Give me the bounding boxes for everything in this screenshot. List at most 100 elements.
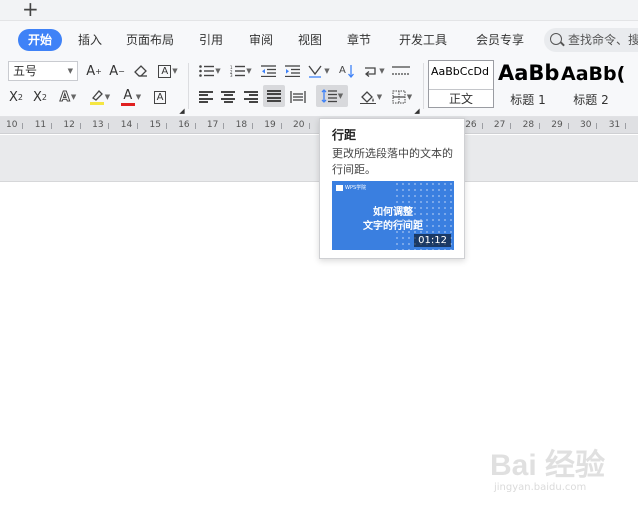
ruler-tick-label: 29 xyxy=(551,120,563,130)
ruler-tick-label: 26 xyxy=(465,120,477,130)
superscript-button[interactable]: X2 xyxy=(6,87,26,107)
ruler-tick-mark xyxy=(538,123,540,129)
ruler-tick-mark xyxy=(510,123,512,129)
watermark-url: jingyan.baidu.com xyxy=(494,482,587,493)
grid-lines-button[interactable] xyxy=(391,61,411,81)
highlight-button[interactable]: ▼ xyxy=(86,87,114,107)
paragraph-marks-button[interactable]: ▼ xyxy=(360,61,388,81)
tab-references[interactable]: 引用 xyxy=(199,29,223,51)
tab-developer[interactable]: 开发工具 xyxy=(399,29,447,51)
ruler-tick-mark xyxy=(137,123,139,129)
ruler-tick-mark xyxy=(223,123,225,129)
command-search[interactable]: 查找命令、搜 xyxy=(544,28,638,52)
numbered-list-button[interactable]: 1 2 3 ▼ xyxy=(227,61,255,81)
style-sample: AaBbCcDd xyxy=(431,65,489,78)
line-spacing-button[interactable]: ▼ xyxy=(316,85,348,107)
eraser-icon[interactable] xyxy=(131,61,151,81)
align-left-button[interactable] xyxy=(196,87,216,107)
style-caption: 正文 xyxy=(429,89,493,107)
style-heading-1[interactable]: AaBb 标题 1 xyxy=(496,60,560,108)
tutorial-video-thumbnail[interactable]: WPS学院 如何调整 文字的行间距 01:12 xyxy=(332,181,454,250)
distributed-align-button[interactable] xyxy=(288,87,308,107)
tab-member[interactable]: 会员专享 xyxy=(476,29,524,51)
decrease-indent-button[interactable] xyxy=(258,61,278,81)
ruler-tick-mark xyxy=(79,123,81,129)
ruler-tick-mark xyxy=(596,123,598,129)
tab-page-layout[interactable]: 页面布局 xyxy=(126,29,174,51)
ruler-tick-label: 17 xyxy=(206,120,219,130)
style-sample: AaBb xyxy=(498,61,560,85)
ruler-tick-mark xyxy=(108,123,110,129)
paragraph-dialog-launcher-icon[interactable]: ◢ xyxy=(413,107,421,115)
borders-button[interactable]: ▼ xyxy=(388,87,416,107)
shrink-font-button[interactable]: A − xyxy=(107,61,127,81)
ruler-tick-label: 19 xyxy=(264,120,276,130)
subscript-button[interactable]: X2 xyxy=(30,87,50,107)
baidu-jingyan-watermark: Bai 经验 jingyan.baidu.com xyxy=(490,440,630,505)
divider xyxy=(188,63,189,109)
tab-insert[interactable]: 插入 xyxy=(78,29,102,51)
sort-button[interactable]: A xyxy=(336,61,356,81)
tooltip-description: 更改所选段落中的文本的行间距。 xyxy=(332,147,453,176)
video-title-line1: 如何调整 xyxy=(373,207,413,218)
plus-icon[interactable]: + xyxy=(22,0,39,20)
bullet-list-button[interactable]: ▼ xyxy=(196,61,224,81)
svg-text:3: 3 xyxy=(230,73,233,77)
divider xyxy=(423,63,424,109)
ruler-tick-mark xyxy=(567,123,569,129)
ruler-tick-label: 31 xyxy=(608,120,621,130)
char-border-button[interactable]: A xyxy=(150,87,170,107)
ruler-tick-label: 15 xyxy=(149,120,161,130)
video-title-line2: 文字的行间距 xyxy=(363,221,423,232)
svg-text:A: A xyxy=(339,65,346,76)
ruler-tick-label: 16 xyxy=(178,120,190,130)
text-direction-button[interactable]: ▼ xyxy=(305,61,333,81)
font-dialog-launcher-icon[interactable]: ◢ xyxy=(178,107,186,115)
style-sample: AaBb( xyxy=(561,63,626,85)
ruler-tick-mark xyxy=(309,123,311,129)
ruler-tick-mark xyxy=(625,123,627,129)
justify-button[interactable] xyxy=(263,85,285,107)
ruler-tick-label: 11 xyxy=(34,120,47,130)
tooltip-title: 行距 xyxy=(332,128,357,142)
phonetic-guide-button[interactable]: A ▼ xyxy=(155,61,181,81)
ruler-tick-mark xyxy=(280,123,282,129)
text-effect-button[interactable]: A ▼ xyxy=(55,87,81,107)
ruler-tick-mark xyxy=(22,123,24,129)
ruler-tick-label: 30 xyxy=(580,120,592,130)
ruler-tick-mark xyxy=(51,123,53,129)
style-normal[interactable]: AaBbCcDd 正文 xyxy=(428,60,494,108)
ruler-tick-label: 10 xyxy=(6,120,18,130)
menu-bar: 开始 插入 页面布局 引用 审阅 视图 章节 开发工具 会员专享 查找命令、搜 xyxy=(0,21,638,57)
search-placeholder: 查找命令、搜 xyxy=(568,33,638,47)
ruler-tick-label: 14 xyxy=(120,120,133,130)
style-heading-2[interactable]: AaBb( 标题 2 xyxy=(561,60,638,108)
style-caption: 标题 2 xyxy=(573,93,609,107)
watermark-brand: Bai 经验 xyxy=(490,449,606,482)
tab-strip: + xyxy=(0,0,638,21)
ruler-tick-label: 12 xyxy=(63,120,75,130)
wps-academy-logo: WPS学院 xyxy=(336,184,366,191)
search-icon xyxy=(550,33,562,45)
font-color-button[interactable]: A ▼ xyxy=(117,87,145,107)
ruler-tick-label: 18 xyxy=(235,120,248,130)
font-size-select[interactable]: 五号 ▼ xyxy=(8,61,78,81)
highlighter-icon xyxy=(89,89,104,105)
ruler-tick-label: 20 xyxy=(293,120,305,130)
align-right-button[interactable] xyxy=(241,87,261,107)
tab-chapter[interactable]: 章节 xyxy=(347,29,371,51)
font-size-value: 五号 xyxy=(13,64,38,78)
ruler-tick-label: 13 xyxy=(92,120,104,130)
video-duration: 01:12 xyxy=(414,234,451,247)
shading-button[interactable]: ▼ xyxy=(356,87,386,107)
style-caption: 标题 1 xyxy=(510,93,546,107)
tab-view[interactable]: 视图 xyxy=(298,29,322,51)
grow-font-button[interactable]: A + xyxy=(84,61,104,81)
ruler-tick-label: 28 xyxy=(522,120,535,130)
increase-indent-button[interactable] xyxy=(282,61,302,81)
tab-review[interactable]: 审阅 xyxy=(249,29,273,51)
align-center-button[interactable] xyxy=(218,87,238,107)
chevron-down-icon: ▼ xyxy=(67,67,73,75)
tab-start[interactable]: 开始 xyxy=(18,29,63,51)
ruler-tick-label: 27 xyxy=(493,120,506,130)
